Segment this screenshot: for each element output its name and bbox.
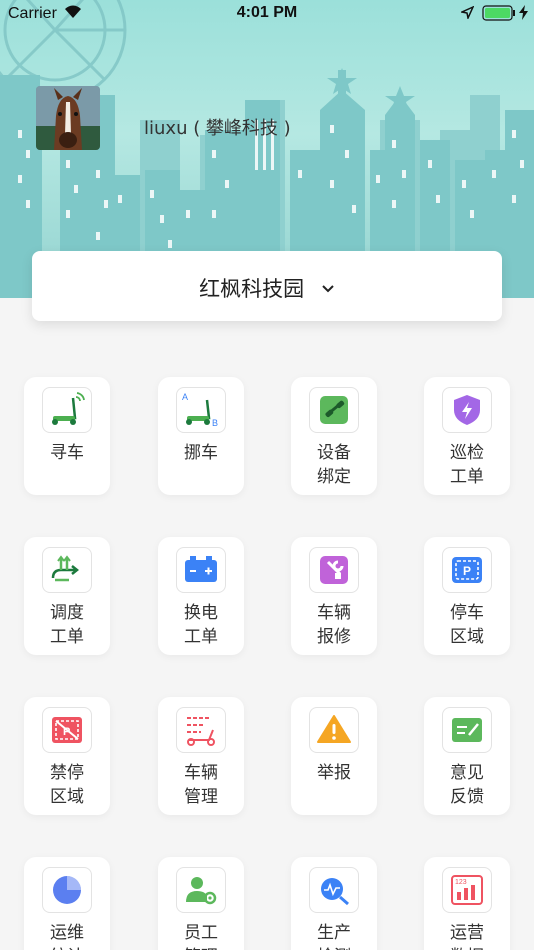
menu-label: 巡检 工单 (424, 441, 510, 489)
menu-label: 员工管理 (158, 921, 244, 950)
clock: 4:01 PM (236, 4, 298, 21)
scooter-move-icon: AB (176, 387, 226, 433)
menu-ops-stats[interactable]: 运维统计 (24, 857, 110, 950)
menu-label-line2: 检测 (291, 945, 377, 950)
charging-icon (519, 5, 528, 20)
menu-repair[interactable]: 车辆 报修 (291, 537, 377, 655)
menu-battery-order[interactable]: 换电 工单 (158, 537, 244, 655)
menu-label-line1: 寻车 (50, 443, 84, 463)
menu-label-line2: 绑定 (317, 467, 351, 487)
menu-operations[interactable]: 123 运营数据 (424, 857, 510, 950)
menu-label-line1: 举报 (317, 763, 351, 783)
menu-production[interactable]: 生产检测 (291, 857, 377, 950)
menu-label: 意见 反馈 (424, 761, 510, 809)
menu-label: 禁停 区域 (24, 761, 110, 809)
park-name: 红枫科技园 (199, 277, 305, 301)
scooter-signal-icon (42, 387, 92, 433)
menu-label-line1: 巡检 (450, 443, 484, 463)
staff-gear-icon (176, 867, 226, 913)
menu-label-line1: 生产 (317, 923, 351, 943)
horse-avatar-icon (36, 86, 100, 150)
location-arrow-icon (461, 6, 474, 19)
battery-level-icon (482, 5, 515, 21)
menu-label: 运维统计 (24, 921, 110, 950)
no-parking-icon: P (42, 707, 92, 753)
warning-icon (309, 707, 359, 753)
menu-label-line1: 员工 (184, 923, 218, 943)
menu-label-line2: 工单 (450, 467, 484, 487)
menu-patrol-order[interactable]: 巡检 工单 (424, 377, 510, 495)
link-icon (309, 387, 359, 433)
menu-label: 车辆 报修 (291, 601, 377, 649)
menu-find-car[interactable]: 寻车 (24, 377, 110, 495)
feedback-edit-icon (442, 707, 492, 753)
menu-label-line2: 工单 (184, 627, 218, 647)
menu-label-line2: 统计 (24, 945, 110, 950)
menu-label-line2: 管理 (184, 787, 218, 807)
menu-label: 调度 工单 (24, 601, 110, 649)
menu-label-line1: 禁停 (50, 763, 84, 783)
svg-text:123: 123 (455, 879, 467, 886)
menu-label: 设备 绑定 (291, 441, 377, 489)
menu-dispatch-order[interactable]: 调度 工单 (24, 537, 110, 655)
menu-label-line1: 停车 (450, 603, 484, 623)
menu-label-line1: 挪车 (184, 443, 218, 463)
menu-label-line2: 区域 (450, 627, 484, 647)
menu-label-line1: 意见 (450, 763, 484, 783)
menu-no-parking[interactable]: P 禁停区域 (24, 697, 110, 815)
menu-label-line2: 工单 (50, 627, 84, 647)
parking-icon: P (442, 547, 492, 593)
menu-label: 寻车 (24, 441, 110, 465)
vehicle-list-icon (176, 707, 226, 753)
menu-label: 换电 工单 (158, 601, 244, 649)
menu-label-line2: 管理 (158, 945, 244, 950)
menu-label-line1: 调度 (50, 603, 84, 623)
menu-report[interactable]: 举报 (291, 697, 377, 815)
bar-chart-123-icon: 123 (442, 867, 492, 913)
menu-label-line2: 区域 (50, 787, 84, 807)
menu-label-line1: 设备 (317, 443, 351, 463)
avatar[interactable] (36, 86, 100, 150)
monitor-search-icon (309, 867, 359, 913)
username-label: liuxu ( 攀峰科技 ) (144, 118, 291, 139)
svg-text:P: P (463, 564, 471, 578)
menu-label-line1: 车辆 (184, 763, 218, 783)
menu-label-line2: 报修 (317, 627, 351, 647)
svg-text:B: B (212, 418, 218, 428)
menu-feedback[interactable]: 意见 反馈 (424, 697, 510, 815)
wrench-icon (309, 547, 359, 593)
menu-staff[interactable]: 员工管理 (158, 857, 244, 950)
menu-label-line1: 运营 (450, 923, 484, 943)
menu-label: 挪车 (158, 441, 244, 465)
menu-label: 车辆 管理 (158, 761, 244, 809)
battery-icon (176, 547, 226, 593)
menu-vehicle-mgmt[interactable]: 车辆 管理 (158, 697, 244, 815)
menu-label-line1: 车辆 (317, 603, 351, 623)
chevron-down-icon (322, 284, 334, 292)
menu-label-line2: 数据 (424, 945, 510, 950)
shield-bolt-icon (442, 387, 492, 433)
menu-move-car[interactable]: A B 挪车 (158, 377, 244, 495)
pie-chart-icon (42, 867, 92, 913)
svg-text:A: A (182, 392, 188, 402)
menu-label-line2: 反馈 (450, 787, 484, 807)
menu-label-line1: 换电 (184, 603, 218, 623)
menu-label: 举报 (291, 761, 377, 785)
menu-label-line1: 运维 (50, 923, 84, 943)
dispatch-arrows-icon (42, 547, 92, 593)
menu-parking-area[interactable]: P 停车区域 (424, 537, 510, 655)
status-bar: Carrier 4:01 PM (0, 0, 534, 28)
park-selector[interactable]: 红枫科技园 (32, 251, 502, 321)
menu-label: 生产检测 (291, 921, 377, 950)
menu-label: 停车 区域 (424, 601, 510, 649)
menu-device-bind[interactable]: 设备 绑定 (291, 377, 377, 495)
menu-label: 运营数据 (424, 921, 510, 950)
svg-text:P: P (63, 726, 70, 738)
